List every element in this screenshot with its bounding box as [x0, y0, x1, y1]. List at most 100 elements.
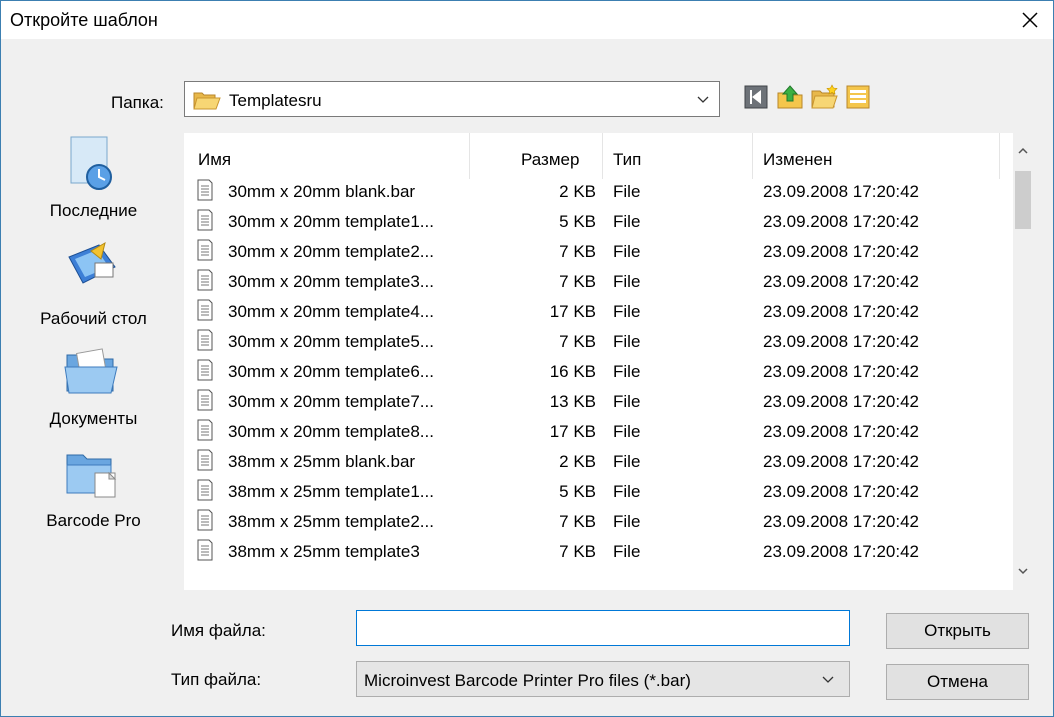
document-icon	[197, 479, 213, 501]
file-name: 30mm x 20mm template3...	[228, 272, 434, 291]
file-type: File	[613, 482, 641, 501]
cancel-button[interactable]: Отмена	[886, 664, 1029, 700]
file-name: 38mm x 25mm blank.bar	[228, 452, 416, 471]
document-icon	[197, 359, 213, 381]
file-row[interactable]: 30mm x 20mm template6... 16 KB File 23.09.2…	[184, 357, 1012, 386]
file-type: File	[613, 512, 641, 531]
file-type: File	[613, 302, 641, 321]
view-menu-icon	[846, 85, 870, 109]
file-row[interactable]: 30mm x 20mm template3... 7 KB File 23.09.20…	[184, 267, 1012, 296]
file-row[interactable]: 30mm x 20mm template7... 13 KB File 23.09.2…	[184, 387, 1012, 416]
open-button[interactable]: Открыть	[886, 613, 1029, 649]
file-type: File	[613, 182, 641, 201]
file-row[interactable]: 38mm x 25mm template3 7 KB File 23.09.2008 …	[184, 537, 1012, 566]
file-row[interactable]: 30mm x 20mm template5... 7 KB File 23.09.20…	[184, 327, 1012, 356]
document-icon	[197, 239, 213, 261]
file-name: 38mm x 25mm template3	[228, 542, 420, 561]
column-modified[interactable]: Изменен	[763, 150, 832, 170]
file-list[interactable]: Имя Размер Тип Изменен 30mm x 20mm blank…	[184, 133, 1033, 590]
file-size: 7 KB	[559, 332, 596, 351]
file-size: 7 KB	[559, 512, 596, 531]
recent-icon	[70, 136, 112, 190]
file-name-label: Имя файла:	[171, 621, 266, 640]
view-menu-button[interactable]	[844, 83, 872, 111]
file-size: 5 KB	[559, 212, 596, 231]
documents-icon	[64, 348, 118, 394]
back-button[interactable]	[742, 83, 770, 111]
file-type: File	[613, 542, 641, 561]
scroll-down-button[interactable]	[1013, 561, 1033, 581]
up-folder-button[interactable]	[776, 83, 804, 111]
file-modified: 23.09.2008 17:20:42	[763, 362, 919, 381]
file-type: File	[613, 392, 641, 411]
document-icon	[197, 299, 213, 321]
dialog-title: Откройте шаблон	[10, 10, 158, 30]
column-divider[interactable]	[469, 133, 470, 179]
file-name: 30mm x 20mm template2...	[228, 242, 434, 261]
document-icon	[197, 209, 213, 231]
file-row[interactable]: 30mm x 20mm template8... 17 KB File 23.09.2…	[184, 417, 1012, 446]
file-modified: 23.09.2008 17:20:42	[763, 482, 919, 501]
column-type[interactable]: Тип	[613, 150, 641, 170]
file-row[interactable]: 30mm x 20mm blank.bar 2 KB File 23.09.2008 …	[184, 177, 1012, 206]
file-name: 30mm x 20mm template4...	[228, 302, 434, 321]
file-modified: 23.09.2008 17:20:42	[763, 542, 919, 561]
new-folder-button[interactable]	[810, 83, 838, 111]
file-type-select[interactable]: Microinvest Barcode Printer Pro files (*…	[356, 661, 850, 697]
document-icon	[197, 509, 213, 531]
file-row[interactable]: 30mm x 20mm template1... 5 KB File 23.09.20…	[184, 207, 1012, 236]
file-name: 38mm x 25mm template2...	[228, 512, 434, 531]
place-label: Рабочий стол	[40, 309, 147, 328]
file-row[interactable]: 30mm x 20mm template2... 7 KB File 23.09.20…	[184, 237, 1012, 266]
title-bar: Откройте шаблон	[1, 1, 1053, 39]
chevron-down-icon	[1018, 568, 1028, 575]
file-type: File	[613, 272, 641, 291]
file-modified: 23.09.2008 17:20:42	[763, 212, 919, 231]
file-modified: 23.09.2008 17:20:42	[763, 332, 919, 351]
close-button[interactable]	[1007, 1, 1053, 39]
file-name: 38mm x 25mm template1...	[228, 482, 434, 501]
file-type: File	[613, 422, 641, 441]
file-size: 17 KB	[549, 422, 596, 441]
column-name[interactable]: Имя	[198, 150, 231, 170]
folder-label: Папка:	[111, 93, 164, 112]
file-size: 13 KB	[549, 392, 596, 411]
folder-name: Templatesru	[229, 91, 322, 110]
file-name: 30mm x 20mm template7...	[228, 392, 434, 411]
file-row[interactable]: 38mm x 25mm blank.bar 2 KB File 23.09.2008 …	[184, 447, 1012, 476]
column-divider[interactable]	[752, 133, 753, 179]
document-icon	[197, 269, 213, 291]
file-modified: 23.09.2008 17:20:42	[763, 392, 919, 411]
document-icon	[197, 539, 213, 561]
column-size[interactable]: Размер	[521, 150, 579, 170]
up-folder-icon	[777, 85, 803, 109]
scroll-up-button[interactable]	[1013, 141, 1033, 161]
file-modified: 23.09.2008 17:20:42	[763, 452, 919, 471]
file-modified: 23.09.2008 17:20:42	[763, 272, 919, 291]
file-type: File	[613, 332, 641, 351]
file-row[interactable]: 30mm x 20mm template4... 17 KB File 23.09.2…	[184, 297, 1012, 326]
file-type-label: Тип файла:	[171, 670, 262, 689]
file-row[interactable]: 38mm x 25mm template1... 5 KB File 23.09.20…	[184, 477, 1012, 506]
document-icon	[197, 179, 213, 201]
file-modified: 23.09.2008 17:20:42	[763, 422, 919, 441]
chevron-down-icon	[697, 96, 709, 103]
file-modified: 23.09.2008 17:20:42	[763, 242, 919, 261]
folder-combo[interactable]: Templatesru	[184, 81, 720, 117]
file-size: 5 KB	[559, 482, 596, 501]
scrollbar-thumb[interactable]	[1015, 171, 1031, 229]
open-template-dialog: Откройте шаблон Папка: Templatesru После…	[0, 0, 1054, 717]
file-row[interactable]: 38mm x 25mm template2... 7 KB File 23.09.20…	[184, 507, 1012, 536]
file-modified: 23.09.2008 17:20:42	[763, 302, 919, 321]
file-name-input[interactable]	[356, 610, 850, 646]
list-header: Имя Размер Тип Изменен	[184, 133, 1012, 179]
file-size: 2 KB	[559, 452, 596, 471]
file-modified: 23.09.2008 17:20:42	[763, 182, 919, 201]
file-name: 30mm x 20mm blank.bar	[228, 182, 416, 201]
document-icon	[197, 419, 213, 441]
file-size: 7 KB	[559, 242, 596, 261]
column-divider[interactable]	[999, 133, 1000, 179]
file-size: 7 KB	[559, 272, 596, 291]
column-divider[interactable]	[602, 133, 603, 179]
vertical-scrollbar[interactable]	[1013, 133, 1033, 590]
